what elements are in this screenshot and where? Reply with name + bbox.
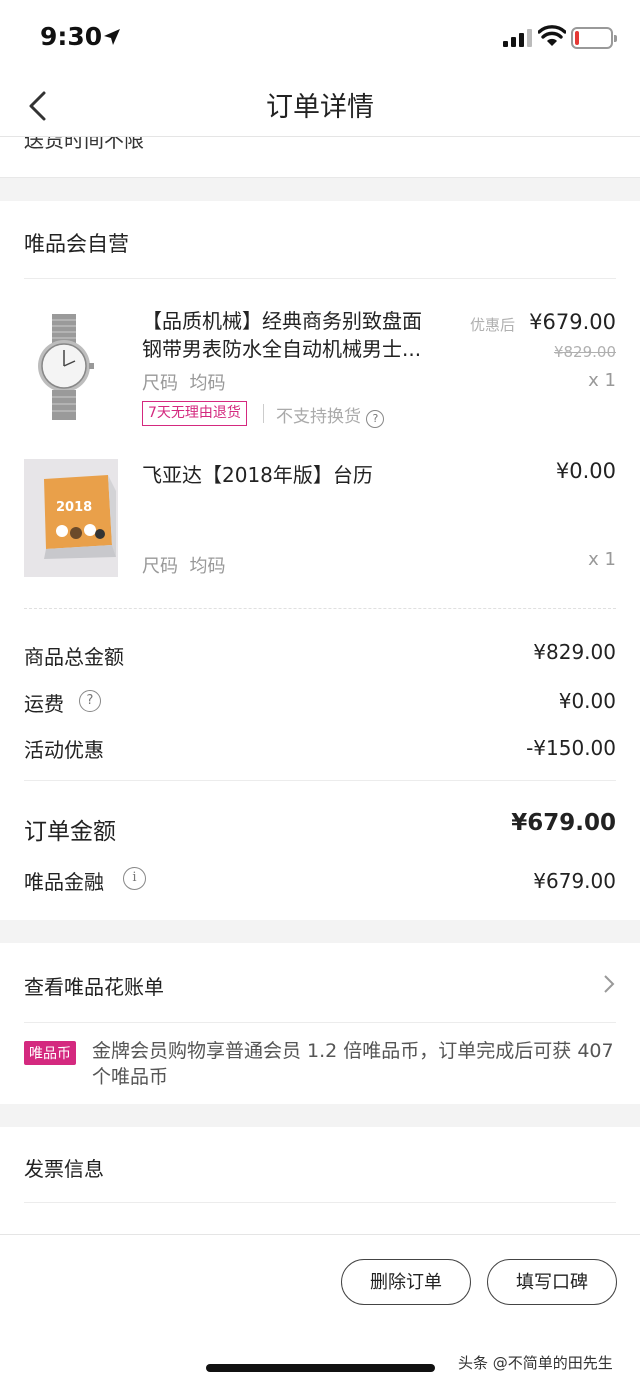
quantity: x 1 — [588, 370, 616, 391]
vip-coin-text: 金牌会员购物享普通会员 1.2 倍唯品币，订单完成后可获 407 个唯品币 — [92, 1040, 614, 1088]
view-bill-link[interactable]: 查看唯品花账单 — [24, 971, 164, 1000]
page-title: 订单详情 — [266, 92, 374, 123]
nav-bar: 订单详情 — [0, 75, 640, 137]
chevron-right-icon[interactable] — [601, 973, 617, 995]
spec-text: 尺码 均码 — [142, 556, 226, 577]
divider — [24, 780, 616, 781]
spec-text: 尺码 均码 — [142, 373, 226, 394]
finance-value: ¥679.00 — [533, 869, 616, 893]
watermark: 头条 @不简单的田先生 — [458, 1354, 613, 1372]
promo-value: -¥150.00 — [526, 736, 616, 760]
divider — [24, 1022, 616, 1023]
divider — [24, 278, 616, 279]
no-exchange-text: 不支持换货 ? — [276, 402, 385, 428]
product-title[interactable]: 【品质机械】经典商务别致盘面 钢带男表防水全自动机械男士... — [142, 307, 462, 363]
info-icon[interactable]: i — [123, 867, 146, 890]
return-policy-tag: 7天无理由退货 — [142, 401, 247, 426]
invoice-label[interactable]: 发票信息 — [24, 1153, 104, 1182]
write-review-button[interactable]: 填写口碑 — [487, 1259, 617, 1305]
shipping-label: 运费 — [24, 692, 64, 716]
delete-order-button[interactable]: 删除订单 — [341, 1259, 471, 1305]
promo-label: 活动优惠 — [24, 738, 104, 762]
goods-total-label: 商品总金额 — [24, 645, 124, 669]
location-arrow-icon — [104, 29, 120, 45]
goods-total-value: ¥829.00 — [533, 640, 616, 664]
calendar-year: 2018 — [56, 500, 92, 515]
product-price: ¥0.00 — [555, 459, 616, 483]
wifi-icon — [538, 25, 566, 46]
status-bar: 9:30 — [0, 0, 640, 75]
quantity: x 1 — [588, 549, 616, 570]
vip-coin-badge: 唯品币 — [24, 1041, 76, 1065]
help-icon[interactable]: ? — [366, 410, 385, 428]
status-time: 9:30 — [40, 22, 103, 51]
delivery-time-text: 送货时间不限 — [24, 137, 144, 152]
divider — [263, 404, 264, 423]
watch-image[interactable] — [34, 314, 94, 420]
cellular-signal-icon — [503, 29, 532, 47]
finance-label: 唯品金融 — [24, 870, 104, 894]
help-icon[interactable]: ? — [79, 690, 101, 712]
section-gap — [0, 177, 640, 201]
calendar-image[interactable]: 2018 — [24, 459, 118, 577]
battery-icon — [571, 27, 617, 49]
dashed-divider — [24, 608, 616, 609]
product-price: ¥679.00 — [529, 310, 616, 334]
shipping-value: ¥0.00 — [558, 689, 616, 713]
order-total-value: ¥679.00 — [511, 810, 616, 836]
store-name: 唯品会自营 — [24, 232, 129, 256]
product-title[interactable]: 飞亚达【2018年版】台历 — [142, 459, 373, 488]
home-indicator[interactable] — [206, 1364, 435, 1372]
discount-label: 优惠后 — [470, 316, 516, 334]
divider — [24, 1202, 616, 1203]
order-total-label: 订单金额 — [24, 819, 116, 845]
original-price: ¥829.00 — [553, 343, 616, 361]
